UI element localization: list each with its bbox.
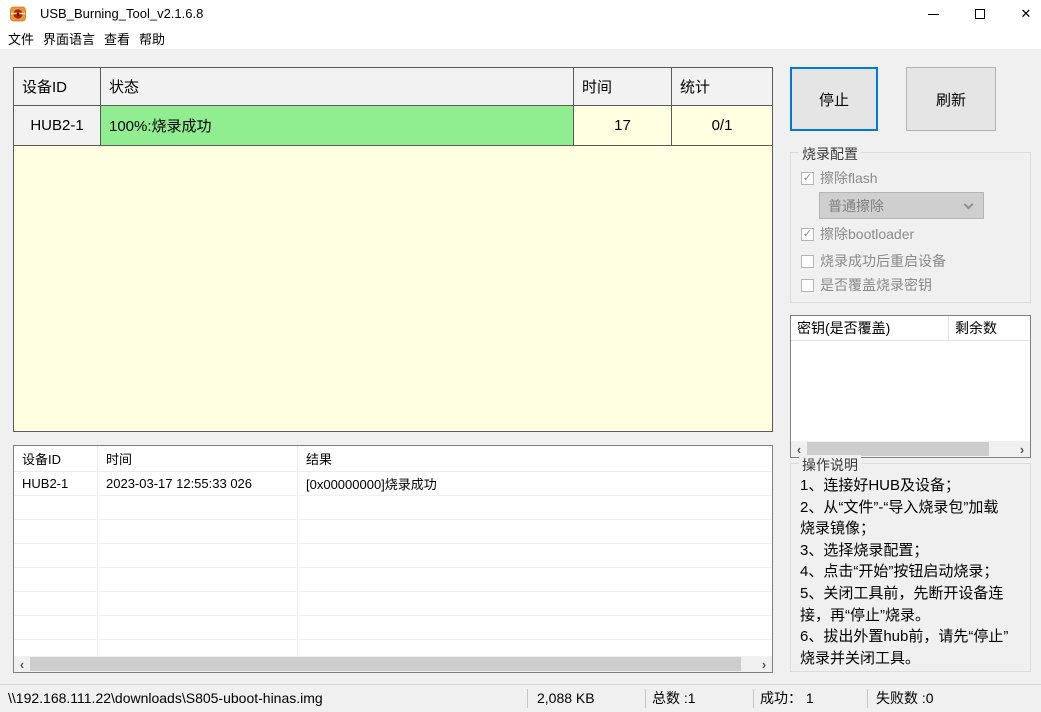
checkbox-checked-icon: ✓: [801, 227, 814, 241]
maximize-icon: [975, 9, 985, 19]
erase-bootloader-label: 擦除bootloader: [820, 226, 915, 242]
overwrite-key-label: 是否覆盖烧录密钥: [820, 277, 932, 293]
close-icon: ✕: [1020, 6, 1032, 21]
image-path-text: \\192.168.111.22\downloads\S805-uboot-hi…: [8, 690, 323, 706]
log-result: [0x00000000]烧录成功: [306, 477, 437, 492]
scrollbar-track[interactable]: [30, 656, 756, 672]
maximize-button[interactable]: [963, 0, 997, 28]
instructions-title: 操作说明: [799, 455, 861, 475]
device-row[interactable]: HUB2-1 100%:烧录成功 17 0/1: [14, 106, 772, 146]
log-empty-row: [14, 640, 772, 656]
chevron-down-icon: [963, 199, 974, 210]
reboot-after-success-label: 烧录成功后重启设备: [820, 253, 946, 269]
header-stats: 统计: [680, 79, 711, 96]
burn-time-cell: 17: [574, 106, 672, 145]
scrollbar-thumb[interactable]: [30, 657, 742, 671]
log-empty-row: [14, 496, 772, 520]
scroll-left-icon[interactable]: ‹: [14, 656, 30, 672]
close-button[interactable]: ✕: [1009, 0, 1041, 28]
total-count-text: 总数 :1: [652, 690, 696, 706]
erase-mode-value: 普通擦除: [828, 197, 884, 214]
header-device-id: 设备ID: [14, 446, 98, 471]
device-id-cell: HUB2-1: [14, 106, 101, 145]
app-icon: [10, 6, 26, 22]
log-table-header: 设备ID 时间 结果: [14, 446, 772, 472]
log-empty-row: [14, 544, 772, 568]
refresh-button[interactable]: 刷新: [906, 67, 996, 131]
window-title: USB_Burning_Tool_v2.1.6.8: [40, 6, 204, 21]
header-status: 状态: [101, 68, 574, 105]
erase-flash-checkbox[interactable]: ✓ 擦除flash: [801, 170, 878, 186]
checkbox-unchecked-icon: [801, 278, 814, 292]
log-empty-row: [14, 592, 772, 616]
log-table-scrollbar[interactable]: ‹ ›: [14, 656, 772, 672]
instruction-line: 5、关闭工具前，先断开设备连: [800, 584, 1004, 602]
menu-file[interactable]: 文件: [8, 29, 34, 48]
instruction-line: 3、选择烧录配置；: [800, 541, 929, 559]
key-table-header: 密钥(是否覆盖) 剩余数: [791, 316, 1030, 341]
scrollbar-thumb[interactable]: [807, 442, 990, 456]
instruction-line: 6、拔出外置hub前，请先“停止”: [800, 628, 1009, 646]
device-progress-table: 设备ID 状态 时间 统计 HUB2-1 100%:烧录成功 17 0/1: [13, 67, 773, 432]
title-bar: USB_Burning_Tool_v2.1.6.8 ✕: [0, 0, 1041, 28]
menu-bar: 文件 界面语言 查看 帮助: [0, 28, 1041, 50]
erase-bootloader-checkbox[interactable]: ✓ 擦除bootloader: [801, 226, 914, 242]
minimize-icon: [927, 13, 939, 15]
log-empty-row: [14, 616, 772, 640]
instruction-line: 烧录镜像；: [800, 520, 876, 538]
instruction-line: 2、从“文件”-“导入烧录包”加载: [800, 498, 999, 516]
statusbar-divider: [645, 689, 646, 708]
log-device-id: HUB2-1: [14, 472, 98, 495]
statusbar-divider: [867, 689, 868, 708]
minimize-button[interactable]: [916, 0, 950, 28]
instruction-line: 1、连接好HUB及设备；: [800, 477, 961, 494]
header-device-id: 设备ID: [14, 68, 101, 105]
burn-config-title: 烧录配置: [799, 144, 861, 164]
menu-language[interactable]: 界面语言: [43, 29, 95, 48]
header-time: 时间: [98, 446, 298, 471]
reboot-after-success-checkbox[interactable]: 烧录成功后重启设备: [801, 253, 946, 269]
burn-config-group: 烧录配置 ✓ 擦除flash 普通擦除 ✓ 擦除bootloader 烧录成功后…: [790, 144, 1031, 303]
checkbox-checked-icon: ✓: [801, 171, 814, 185]
log-table: 设备ID 时间 结果 HUB2-1 2023-03-17 12:55:33 02…: [13, 445, 773, 673]
erase-flash-label: 擦除flash: [820, 170, 878, 186]
success-count-text: 成功： 1: [760, 690, 814, 706]
device-table-header: 设备ID 状态 时间 统计: [14, 68, 772, 106]
instructions-group: 操作说明 1、连接好HUB及设备； 2、从“文件”-“导入烧录包”加载 烧录镜像…: [790, 455, 1031, 672]
erase-mode-dropdown[interactable]: 普通擦除: [819, 192, 984, 219]
statusbar-divider: [753, 689, 754, 708]
checkbox-unchecked-icon: [801, 254, 814, 268]
header-time: 时间: [574, 68, 672, 105]
instruction-line: 接，再“停止”烧录。: [800, 606, 930, 624]
stop-button[interactable]: 停止: [790, 67, 878, 131]
header-result: 结果: [306, 452, 333, 467]
scroll-right-icon[interactable]: ›: [1014, 441, 1030, 457]
instruction-line: 4、点击“开始”按钮启动烧录；: [800, 563, 999, 581]
header-key: 密钥(是否覆盖): [791, 316, 949, 340]
overwrite-key-checkbox[interactable]: 是否覆盖烧录密钥: [801, 277, 932, 293]
failed-count-text: 失败数 :0: [876, 690, 934, 706]
header-remaining: 剩余数: [955, 320, 997, 336]
status-bar: \\192.168.111.22\downloads\S805-uboot-hi…: [0, 684, 1041, 712]
burn-stats-cell: 0/1: [672, 106, 772, 145]
log-empty-row: [14, 520, 772, 544]
burn-status-cell: 100%:烧录成功: [101, 106, 574, 145]
key-table: 密钥(是否覆盖) 剩余数 ‹ ›: [790, 315, 1031, 458]
instruction-line: 烧录并关闭工具。: [800, 649, 921, 667]
log-time: 2023-03-17 12:55:33 026: [98, 472, 298, 495]
scroll-right-icon[interactable]: ›: [756, 656, 772, 672]
statusbar-divider: [527, 689, 528, 708]
image-size-text: 2,088 KB: [537, 690, 595, 706]
log-row[interactable]: HUB2-1 2023-03-17 12:55:33 026 [0x000000…: [14, 472, 772, 496]
menu-view[interactable]: 查看: [104, 29, 130, 48]
log-rows: HUB2-1 2023-03-17 12:55:33 026 [0x000000…: [14, 472, 772, 656]
menu-help[interactable]: 帮助: [139, 29, 165, 48]
log-empty-row: [14, 568, 772, 592]
instructions-text: 1、连接好HUB及设备； 2、从“文件”-“导入烧录包”加载 烧录镜像； 3、选…: [800, 475, 1028, 667]
